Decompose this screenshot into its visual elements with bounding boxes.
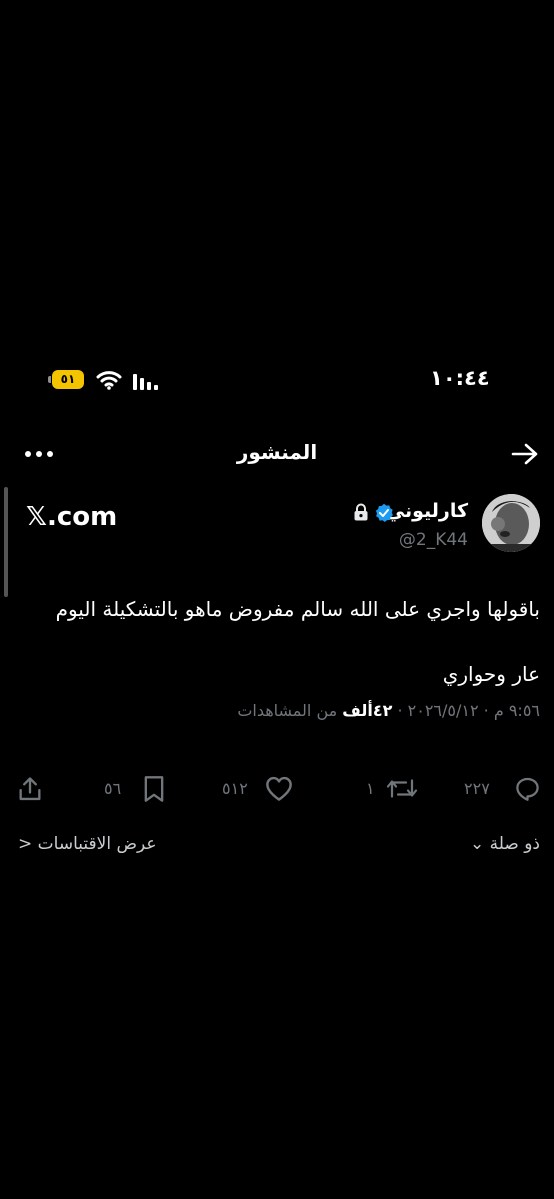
bookmark-icon — [144, 776, 164, 802]
tweet-meta: ٩:٥٦ م · ٢٠٢٦/٥/١٢ · ٤٢ألف من المشاهدات — [10, 701, 540, 720]
bookmark-button[interactable]: ٥٦ — [104, 775, 168, 803]
quotes-label: عرض الاقتباسات — [37, 834, 157, 854]
scroll-indicator[interactable] — [4, 487, 8, 597]
tweet-text-line: باقولها واجري على الله سالم مفروض ماهو ب… — [55, 597, 540, 621]
display-name[interactable]: كارليوني — [386, 500, 468, 522]
sort-label: ذو صلة — [489, 834, 540, 854]
lock-icon — [354, 503, 368, 521]
more-options-icon[interactable] — [24, 444, 54, 464]
share-button[interactable] — [16, 775, 46, 803]
repost-icon — [386, 779, 418, 798]
views-label: من المشاهدات — [237, 701, 343, 720]
repost-count: ١ — [366, 779, 375, 798]
tweet-text-line: عار وحواري — [442, 662, 540, 686]
reply-button[interactable]: ٢٢٧ — [464, 775, 542, 803]
tweet-datetime: ٩:٥٦ م · ٢٠٢٦/٥/١٢ · — [392, 701, 540, 720]
verified-badge-icon[interactable] — [374, 503, 394, 523]
battery-level: ٥١ — [60, 372, 76, 386]
chevron-down-icon: ⌄ — [469, 834, 485, 854]
bookmark-count: ٥٦ — [104, 779, 122, 798]
source-label: 𝕏.com — [26, 502, 118, 532]
page-title: المنشور — [236, 440, 318, 464]
user-handle[interactable]: @2_K44 — [380, 530, 468, 550]
back-arrow-icon[interactable] — [511, 443, 539, 465]
chevron-left-icon: < — [18, 834, 33, 854]
avatar[interactable] — [482, 494, 540, 552]
status-time: ١٠:٤٤ — [430, 366, 490, 390]
heart-icon — [266, 776, 292, 801]
repost-button[interactable]: ١ — [366, 775, 422, 803]
wifi-icon — [96, 371, 122, 390]
reply-icon — [516, 777, 539, 801]
battery-icon: ٥١ — [48, 370, 86, 389]
views-count[interactable]: ٤٢ألف — [342, 701, 392, 720]
share-icon — [19, 777, 41, 801]
view-quotes-link[interactable]: عرض الاقتباسات < — [18, 834, 157, 854]
like-count: ٥١٢ — [222, 779, 248, 798]
reply-count: ٢٢٧ — [464, 779, 490, 798]
sort-replies-dropdown[interactable]: ذو صلة ⌄ — [470, 834, 540, 854]
cellular-signal-icon — [133, 374, 158, 390]
like-button[interactable]: ٥١٢ — [222, 775, 298, 803]
